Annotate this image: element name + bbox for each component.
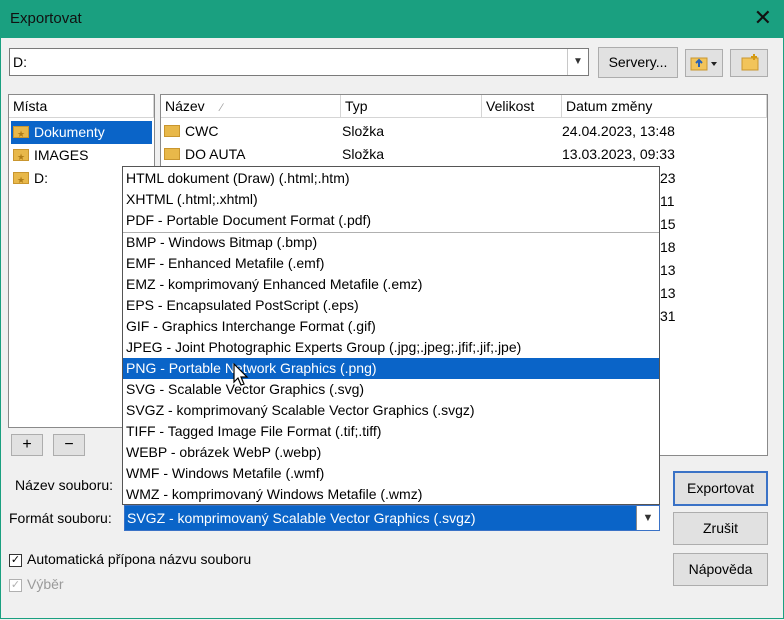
export-button-label: Exportovat [687, 480, 754, 496]
file-type: Složka [342, 146, 385, 162]
servers-button-label: Servery... [608, 54, 668, 70]
column-label: Název [165, 98, 205, 114]
remove-place-button[interactable]: − [53, 434, 85, 456]
places-item-label: D: [34, 170, 48, 186]
folder-up-button[interactable] [685, 49, 723, 77]
path-combobox[interactable]: ▼ [9, 48, 589, 76]
title-bar: Exportovat ✕ [0, 0, 784, 38]
help-button-label: Nápověda [688, 561, 753, 577]
column-header-type[interactable]: Typ [341, 95, 482, 118]
format-option[interactable]: EMF - Enhanced Metafile (.emf) [123, 253, 659, 274]
places-item-label: IMAGES [34, 147, 89, 163]
places-item-label: Dokumenty [34, 124, 105, 140]
format-option[interactable]: GIF - Graphics Interchange Format (.gif) [123, 316, 659, 337]
places-header[interactable]: Místa [9, 95, 154, 118]
format-option[interactable]: PDF - Portable Document Format (.pdf) [123, 210, 659, 231]
format-selected-value: SVGZ - komprimovaný Scalable Vector Grap… [127, 510, 476, 526]
filename-label: Název souboru: [15, 477, 114, 493]
close-icon[interactable]: ✕ [754, 6, 772, 30]
chevron-down-icon[interactable]: ▼ [567, 49, 588, 75]
auto-extension-checkbox[interactable]: ✓ [9, 554, 22, 567]
partial-date: 23 [660, 170, 676, 186]
export-button[interactable]: Exportovat [673, 471, 768, 506]
folder-up-icon [690, 57, 717, 71]
column-header-name[interactable]: Název ∕ [161, 95, 341, 118]
window-title: Exportovat [10, 10, 82, 27]
format-option[interactable]: JPEG - Joint Photographic Experts Group … [123, 337, 659, 358]
servers-button[interactable]: Servery... [598, 47, 678, 78]
file-date: 24.04.2023, 13:48 [562, 123, 675, 139]
auto-extension-label[interactable]: Automatická přípona názvu souboru [27, 551, 251, 567]
format-option[interactable]: TIFF - Tagged Image File Format (.tif;.t… [123, 421, 659, 442]
places-item-dokumenty[interactable]: Dokumenty [11, 121, 152, 146]
new-folder-button[interactable] [730, 49, 768, 77]
file-row[interactable]: CWC Složka 24.04.2023, 13:48 [164, 120, 764, 143]
add-place-button[interactable]: + [11, 434, 43, 456]
file-name: CWC [185, 123, 219, 139]
format-select[interactable]: SVGZ - komprimovaný Scalable Vector Grap… [124, 505, 660, 531]
folder-icon [13, 146, 29, 169]
format-option[interactable]: WMF - Windows Metafile (.wmf) [123, 463, 659, 484]
path-input[interactable] [13, 54, 563, 70]
partial-date: 13 [660, 285, 676, 301]
folder-icon [164, 148, 180, 161]
format-option[interactable]: XHTML (.html;.xhtml) [123, 189, 659, 210]
folder-icon [164, 125, 180, 138]
selection-label: Výběr [27, 576, 64, 592]
format-label: Formát souboru: [9, 510, 112, 526]
folder-icon [13, 123, 29, 146]
file-date: 13.03.2023, 09:33 [562, 146, 675, 162]
format-option[interactable]: WMZ - komprimovaný Windows Metafile (.wm… [123, 484, 659, 504]
partial-date: 11 [660, 193, 675, 209]
format-option[interactable]: HTML dokument (Draw) (.html;.htm) [123, 168, 659, 189]
selection-checkbox: ✓ [9, 579, 22, 592]
partial-date: 15 [660, 216, 676, 232]
partial-date: 18 [660, 239, 676, 255]
places-item-d[interactable]: D: [13, 167, 48, 192]
format-dropdown-list: HTML dokument (Draw) (.html;.htm) XHTML … [122, 166, 660, 505]
column-header-date[interactable]: Datum změny [562, 95, 767, 118]
file-row[interactable]: DO AUTA Složka 13.03.2023, 09:33 [164, 143, 764, 166]
file-name: DO AUTA [185, 146, 246, 162]
help-button[interactable]: Nápověda [673, 553, 768, 586]
partial-date: 13 [660, 262, 676, 278]
format-option-highlighted[interactable]: PNG - Portable Network Graphics (.png) [123, 358, 659, 379]
places-item-images[interactable]: IMAGES [13, 144, 89, 169]
format-option[interactable]: WEBP - obrázek WebP (.webp) [123, 442, 659, 463]
format-option[interactable]: BMP - Windows Bitmap (.bmp) [123, 232, 659, 253]
format-option[interactable]: EPS - Encapsulated PostScript (.eps) [123, 295, 659, 316]
file-type: Složka [342, 123, 385, 139]
sort-indicator-icon: ∕ [220, 102, 223, 114]
format-option[interactable]: EMZ - komprimovaný Enhanced Metafile (.e… [123, 274, 659, 295]
new-folder-icon [741, 54, 759, 71]
folder-icon [13, 169, 29, 192]
chevron-down-icon[interactable]: ▼ [636, 506, 659, 530]
partial-date: 31 [660, 308, 676, 324]
column-header-size[interactable]: Velikost [482, 95, 562, 118]
cancel-button-label: Zrušit [703, 520, 738, 536]
format-option[interactable]: SVG - Scalable Vector Graphics (.svg) [123, 379, 659, 400]
format-option[interactable]: SVGZ - komprimovaný Scalable Vector Grap… [123, 400, 659, 421]
cancel-button[interactable]: Zrušit [673, 512, 768, 545]
mouse-pointer-icon [233, 363, 249, 386]
